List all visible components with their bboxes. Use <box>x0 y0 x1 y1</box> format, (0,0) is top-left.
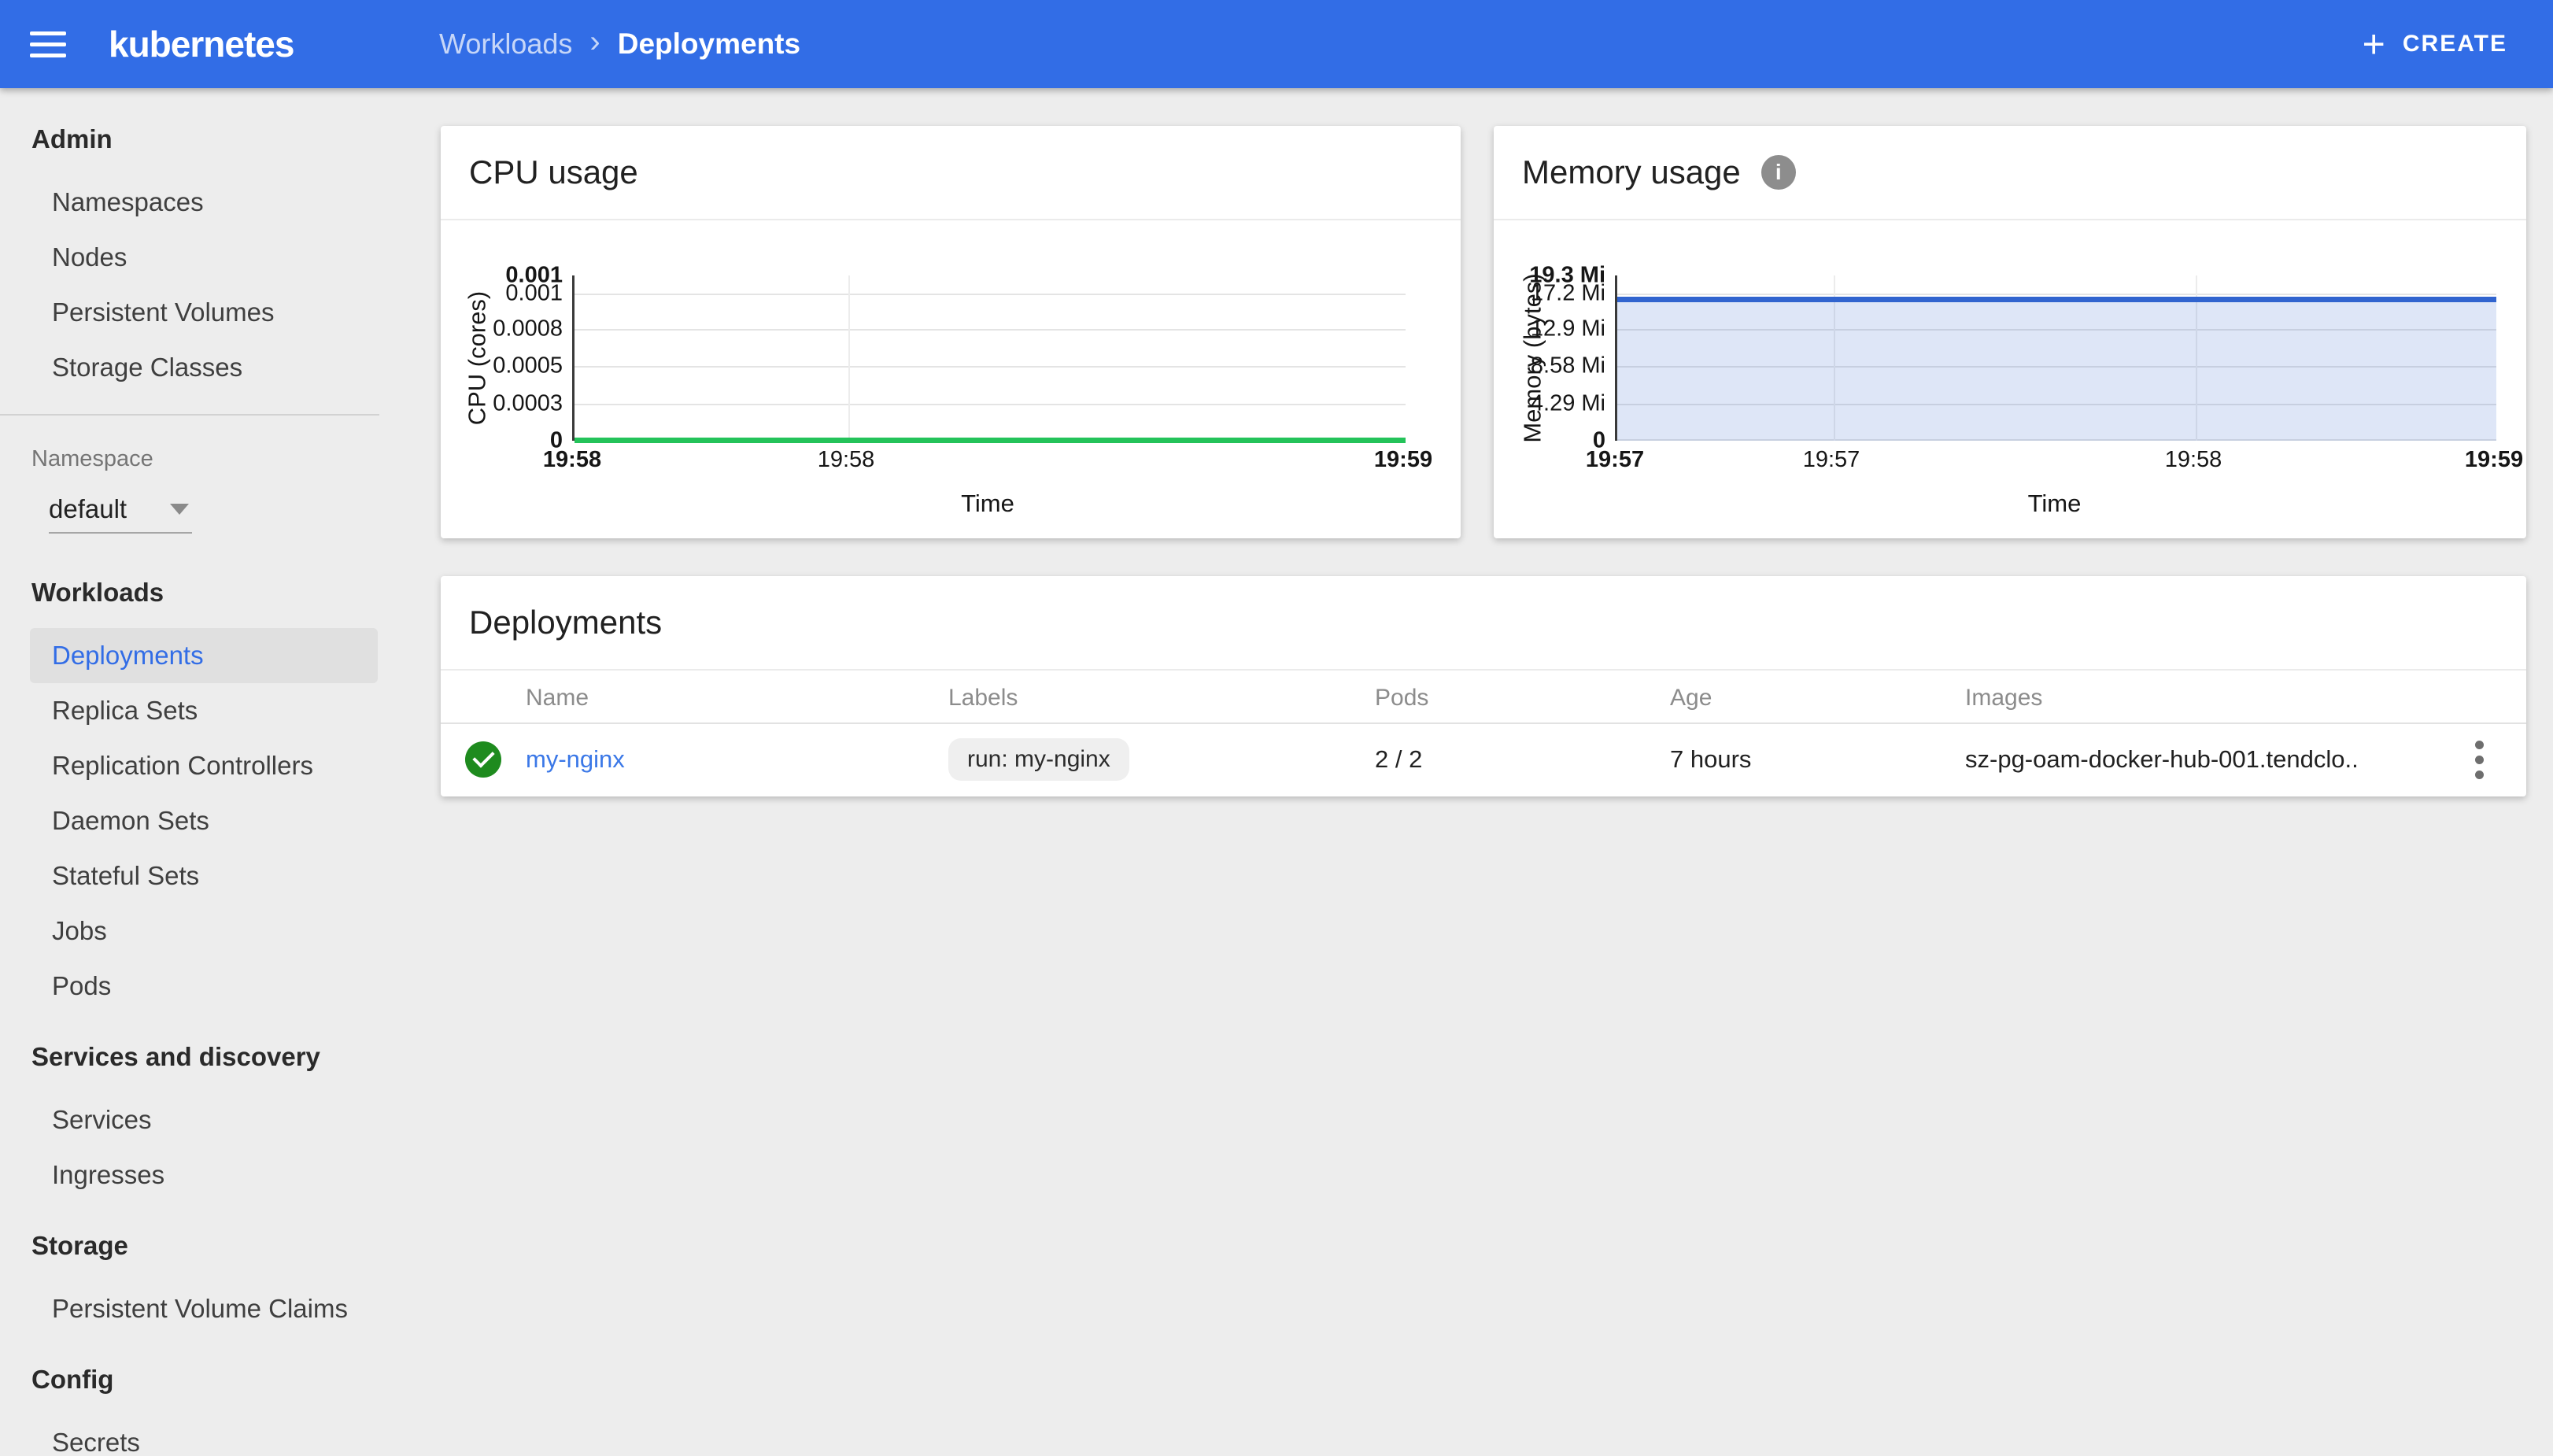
create-button[interactable]: + CREATE <box>2358 20 2512 68</box>
checkmark <box>472 745 495 768</box>
cpu-usage-card: CPU usage CPU (cores) 0.001 0.001 0.0008… <box>441 126 1461 538</box>
cpu-usage-title: CPU usage <box>441 126 1461 220</box>
table-header-row: Name Labels Pods Age Images <box>441 674 2526 724</box>
cpu-xtick-end: 19:59 <box>1373 447 1433 472</box>
cpu-ytick: 0.0008 <box>493 316 563 342</box>
hamburger-menu-icon[interactable] <box>30 31 66 57</box>
pods-cell: 2 / 2 <box>1375 745 1423 773</box>
sidebar: Admin Namespaces Nodes Persistent Volume… <box>0 88 379 1456</box>
memory-xtick-end: 19:59 <box>2464 447 2524 472</box>
chevron-right-icon: › <box>589 24 600 59</box>
cpu-usage-series-line <box>575 438 1406 443</box>
images-cell: sz-pg-oam-docker-hub-001.tendclo.. <box>1965 745 2359 773</box>
sidebar-item-persistent-volumes[interactable]: Persistent Volumes <box>30 285 378 340</box>
memory-xtick: 19:58 <box>2164 447 2222 472</box>
sidebar-item-storage-classes[interactable]: Storage Classes <box>30 340 378 395</box>
sidebar-config-list: Secrets <box>0 1415 379 1456</box>
label-chip: run: my-nginx <box>948 738 1129 781</box>
breadcrumb: Workloads › Deployments <box>439 0 800 88</box>
sidebar-item-nodes[interactable]: Nodes <box>30 230 378 285</box>
sidebar-item-jobs[interactable]: Jobs <box>30 904 378 959</box>
sidebar-item-persistent-volume-claims[interactable]: Persistent Volume Claims <box>30 1281 378 1336</box>
status-success-icon <box>465 741 501 778</box>
sidebar-item-stateful-sets[interactable]: Stateful Sets <box>30 848 378 904</box>
plus-icon: + <box>2362 22 2385 66</box>
cpu-xtick-start: 19:58 <box>542 447 602 472</box>
gridline <box>848 275 850 441</box>
gridline <box>575 366 1406 368</box>
info-icon[interactable]: i <box>1760 155 1796 190</box>
row-actions-kebab-menu-icon[interactable] <box>2467 733 2492 787</box>
kubernetes-dashboard: kubernetes Workloads › Deployments + CRE… <box>0 0 2553 1456</box>
cpu-x-ticks: 19:58 19:58 19:59 <box>543 447 1432 479</box>
cpu-x-axis-label: Time <box>961 490 1014 517</box>
memory-ytick: 17.2 Mi <box>1530 280 1605 306</box>
deployments-table-card: Deployments Name Labels Pods Age Images … <box>441 576 2526 796</box>
cpu-y-ticks: 0.001 0.001 0.0008 0.0005 0.0003 0 <box>441 263 563 453</box>
memory-ytick: 8.58 Mi <box>1530 353 1605 379</box>
sidebar-heading-admin[interactable]: Admin <box>0 112 379 167</box>
dropdown-caret-icon <box>170 504 189 515</box>
memory-ytick: 4.29 Mi <box>1530 390 1605 416</box>
memory-x-axis-label: Time <box>2027 490 2082 517</box>
sidebar-heading-services-discovery[interactable]: Services and discovery <box>0 1029 379 1085</box>
memory-usage-title: Memory usage i <box>1494 126 2526 220</box>
gridline <box>1617 294 2496 295</box>
cpu-ytick: 0.001 <box>505 280 563 306</box>
column-header-name: Name <box>526 685 589 711</box>
memory-ytick: 12.9 Mi <box>1530 316 1605 342</box>
deployments-table-title: Deployments <box>441 576 2526 671</box>
app-header: kubernetes Workloads › Deployments + CRE… <box>0 0 2553 88</box>
memory-y-ticks: 19.3 Mi 17.2 Mi 12.9 Mi 8.58 Mi 4.29 Mi … <box>1494 263 1605 453</box>
breadcrumb-current-page: Deployments <box>617 28 801 60</box>
sidebar-divider <box>0 414 379 416</box>
memory-usage-series-line <box>1617 297 2496 302</box>
cpu-chart-plot <box>572 275 1406 443</box>
sidebar-heading-storage[interactable]: Storage <box>0 1218 379 1273</box>
column-header-images: Images <box>1965 685 2043 711</box>
column-header-labels: Labels <box>948 685 1018 711</box>
gridline <box>575 329 1406 331</box>
sidebar-item-daemon-sets[interactable]: Daemon Sets <box>30 793 378 848</box>
namespace-select[interactable]: default <box>49 486 192 534</box>
sidebar-item-secrets[interactable]: Secrets <box>30 1415 378 1456</box>
sidebar-item-replica-sets[interactable]: Replica Sets <box>30 683 378 738</box>
sidebar-item-replication-controllers[interactable]: Replication Controllers <box>30 738 378 793</box>
memory-xtick-start: 19:57 <box>1585 447 1645 472</box>
gridline <box>575 294 1406 295</box>
age-cell: 7 hours <box>1670 745 1752 773</box>
sidebar-item-services[interactable]: Services <box>30 1092 378 1147</box>
sidebar-heading-workloads[interactable]: Workloads <box>0 565 379 620</box>
memory-xtick: 19:57 <box>1802 447 1860 472</box>
sidebar-storage-list: Persistent Volume Claims <box>0 1281 379 1336</box>
cpu-ytick: 0.0005 <box>493 353 563 379</box>
memory-x-ticks: 19:57 19:57 19:58 19:59 <box>1586 447 2523 479</box>
gridline <box>575 404 1406 405</box>
sidebar-item-pods[interactable]: Pods <box>30 959 378 1014</box>
sidebar-item-ingresses[interactable]: Ingresses <box>30 1147 378 1203</box>
kubernetes-logo: kubernetes <box>109 24 294 65</box>
deployment-name-link[interactable]: my-nginx <box>526 745 948 774</box>
column-header-pods: Pods <box>1375 685 1429 711</box>
namespace-selected-value: default <box>49 494 127 523</box>
sidebar-services-list: Services Ingresses <box>0 1092 379 1203</box>
sidebar-item-deployments[interactable]: Deployments <box>30 628 378 683</box>
memory-usage-series-area <box>1617 302 2496 441</box>
namespace-label: Namespace <box>31 445 153 471</box>
create-button-label: CREATE <box>2402 31 2507 57</box>
cpu-ytick: 0.0003 <box>493 390 563 416</box>
cpu-xtick: 19:58 <box>817 447 875 472</box>
sidebar-admin-list: Namespaces Nodes Persistent Volumes Stor… <box>0 175 379 395</box>
memory-chart-plot <box>1615 275 2496 441</box>
memory-usage-card: Memory usage i Memory (bytes) 19.3 Mi 17… <box>1494 126 2526 538</box>
sidebar-item-namespaces[interactable]: Namespaces <box>30 175 378 230</box>
sidebar-workloads-list: Deployments Replica Sets Replication Con… <box>0 628 379 1014</box>
column-header-age: Age <box>1670 685 1712 711</box>
table-row: my-nginx run: my-nginx 2 / 2 7 hours sz-… <box>441 724 2526 795</box>
sidebar-heading-config[interactable]: Config <box>0 1352 379 1407</box>
breadcrumb-workloads[interactable]: Workloads <box>439 28 572 61</box>
